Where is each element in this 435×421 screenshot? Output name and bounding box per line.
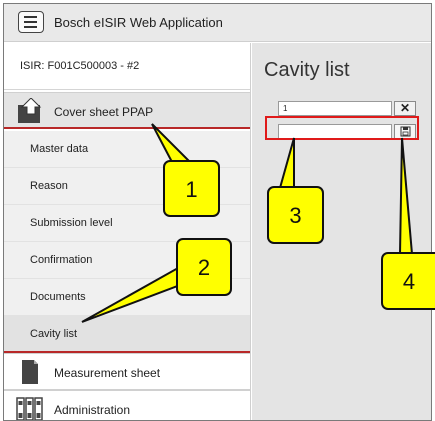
callout-3-pointer bbox=[278, 137, 295, 189]
callout-2-pointer bbox=[81, 266, 190, 323]
callout-2: 2 bbox=[176, 238, 232, 296]
callout-1: 1 bbox=[163, 160, 220, 217]
callout-4-pointer bbox=[398, 137, 414, 255]
callout-4: 4 bbox=[381, 252, 435, 310]
callout-3: 3 bbox=[267, 186, 324, 244]
callout-1-pointer bbox=[151, 123, 193, 163]
